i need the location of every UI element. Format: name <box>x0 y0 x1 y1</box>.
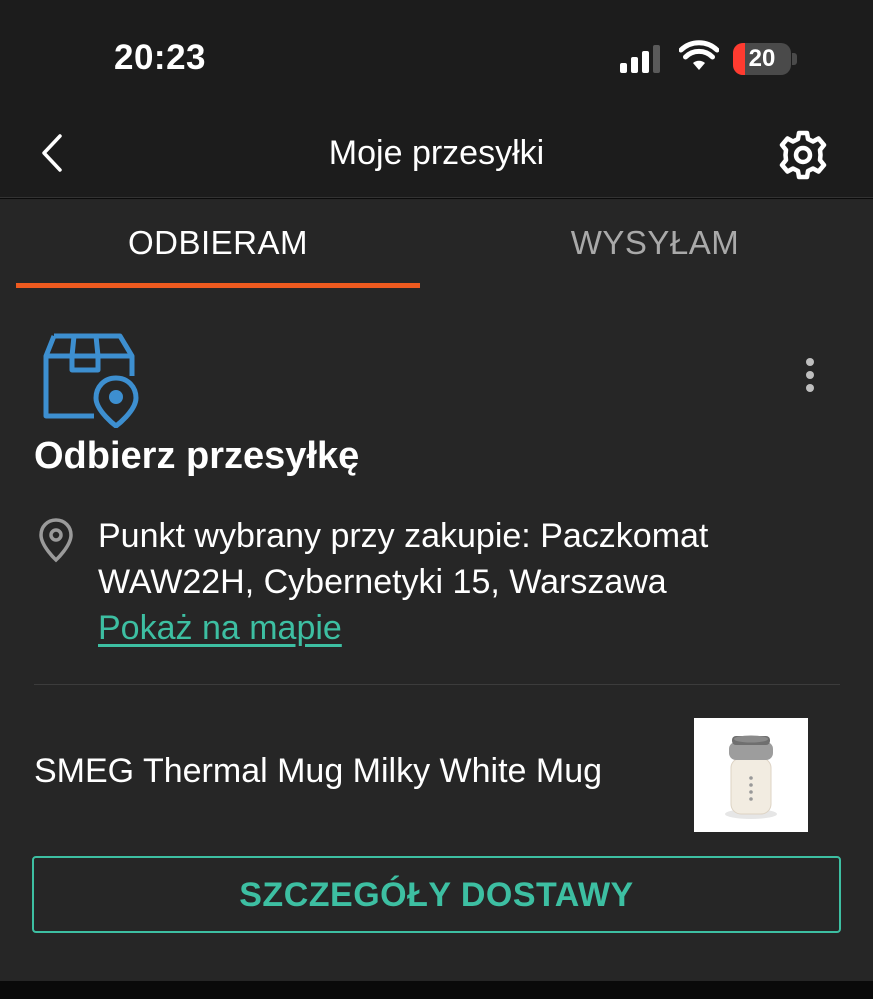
delivery-details-button[interactable]: SZCZEGÓŁY DOSTAWY <box>32 856 841 933</box>
wifi-icon <box>679 40 719 70</box>
cellular-signal-icon <box>620 45 660 73</box>
package-location-icon <box>43 333 139 428</box>
shipments-content: ODBIERAM WYSYŁAM Odbierz przesyłkę Punkt… <box>0 199 873 981</box>
tab-sending[interactable]: WYSYŁAM <box>437 199 873 289</box>
thermal-mug-image <box>725 735 777 819</box>
show-on-map-link[interactable]: Pokaż na mapie <box>98 605 342 651</box>
gear-icon[interactable] <box>776 128 830 182</box>
tab-receiving[interactable]: ODBIERAM <box>16 199 420 289</box>
shipment-status-title: Odbierz przesyłkę <box>34 435 360 477</box>
battery-level: 20 <box>748 45 776 72</box>
battery-icon: 20 <box>733 43 797 75</box>
product-name: SMEG Thermal Mug Milky White Mug <box>34 752 603 790</box>
map-pin-icon <box>39 518 73 563</box>
product-thumbnail <box>694 718 808 832</box>
tab-bar: ODBIERAM WYSYŁAM <box>0 199 873 289</box>
status-bar: 20:23 20 <box>0 0 873 110</box>
bottom-bar <box>0 981 873 999</box>
vertical-dots-icon[interactable] <box>792 357 828 397</box>
divider <box>34 684 840 685</box>
page-title: Moje przesyłki <box>328 134 545 172</box>
status-time: 20:23 <box>114 38 207 77</box>
active-tab-indicator <box>16 283 420 288</box>
navigation-bar: Moje przesyłki <box>0 110 873 198</box>
pickup-address: Punkt wybrany przy zakupie: Paczkomat WA… <box>98 517 709 601</box>
